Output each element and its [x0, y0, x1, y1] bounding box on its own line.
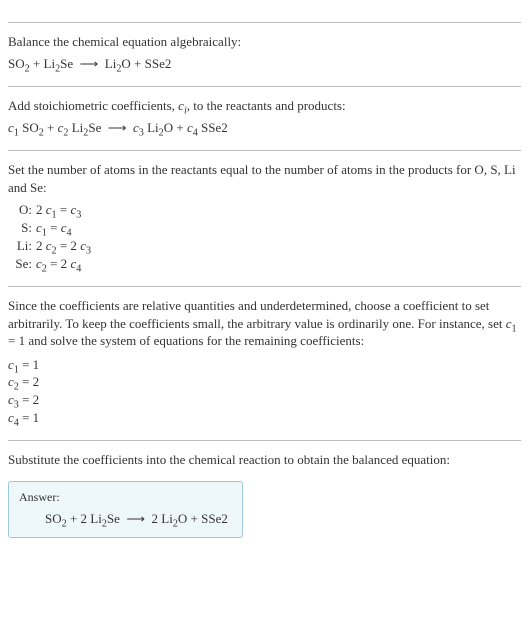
coef-line: c3 = 2 — [8, 391, 521, 409]
row-equation: c2 = 2 c4 — [36, 256, 521, 272]
coefficient-solutions: c1 = 1 c2 = 2 c3 = 2 c4 = 1 — [8, 356, 521, 426]
section-stoich-coeffs: Add stoichiometric coefficients, ci, to … — [8, 86, 521, 136]
row-equation: 2 c1 = c3 — [36, 202, 521, 218]
section-atom-equations: Set the number of atoms in the reactants… — [8, 150, 521, 272]
row-label: Li: — [8, 238, 36, 254]
equation-unbalanced: SO2 + Li2Se ⟶ Li2O + SSe2 — [8, 55, 521, 73]
text-intro-4: Since the coefficients are relative quan… — [8, 297, 521, 350]
section-substitute: Substitute the coefficients into the che… — [8, 440, 521, 538]
row-equation: 2 c2 = 2 c3 — [36, 238, 521, 254]
text-intro-5: Substitute the coefficients into the che… — [8, 451, 521, 469]
section-balance-intro: Balance the chemical equation algebraica… — [8, 22, 521, 72]
answer-label: Answer: — [19, 490, 228, 505]
row-label: O: — [8, 202, 36, 218]
coef-line: c4 = 1 — [8, 409, 521, 427]
text-intro-2: Add stoichiometric coefficients, ci, to … — [8, 97, 521, 115]
text-intro-1: Balance the chemical equation algebraica… — [8, 33, 521, 51]
row-label: S: — [8, 220, 36, 236]
row-equation: c1 = c4 — [36, 220, 521, 236]
text-intro-3: Set the number of atoms in the reactants… — [8, 161, 521, 196]
row-label: Se: — [8, 256, 36, 272]
element-equations-table: O: 2 c1 = c3 S: c1 = c4 Li: 2 c2 = 2 c3 … — [8, 202, 521, 272]
equation-with-coeffs: c1 SO2 + c2 Li2Se ⟶ c3 Li2O + c4 SSe2 — [8, 119, 521, 137]
coef-line: c2 = 2 — [8, 373, 521, 391]
section-solve: Since the coefficients are relative quan… — [8, 286, 521, 426]
answer-box: Answer: SO2 + 2 Li2Se ⟶ 2 Li2O + SSe2 — [8, 481, 243, 538]
balanced-equation: SO2 + 2 Li2Se ⟶ 2 Li2O + SSe2 — [19, 511, 228, 527]
coef-line: c1 = 1 — [8, 356, 521, 374]
